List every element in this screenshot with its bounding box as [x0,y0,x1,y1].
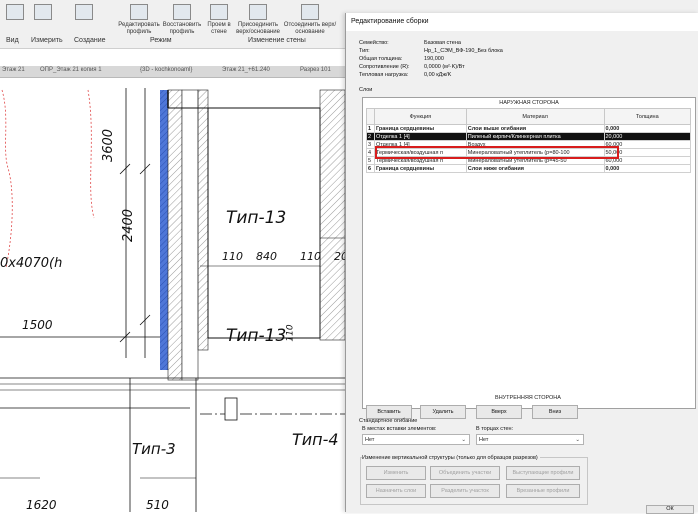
dim-510: 510 [146,498,169,512]
table-row[interactable]: 6 Граница сердцевины Слои ниже огибания 0,0… [366,164,691,173]
tab-section-101[interactable]: Разрез 101 [300,67,331,73]
ruler-icon [34,4,52,20]
insert-layer-button[interactable]: Вставить [366,405,412,419]
restore-profile-button[interactable]: Восстановить профиль [160,4,204,35]
modify-button[interactable]: Изменить [366,466,426,480]
dim-840: 840 [256,250,277,263]
detach-top-base-button[interactable]: Отсоединить верх/основание [282,4,338,35]
exterior-side-label: НАРУЖНАЯ СТОРОНА [499,100,559,106]
tab-floor-21-level[interactable]: Этаж 21_+61.240 [222,67,270,73]
window-tag-tip-13: Тип-13 [226,208,287,228]
detach-icon [301,4,319,20]
group-measure: Измерить [31,37,63,44]
prop-total-thickness: Общая толщина: 190,000 [359,56,444,62]
dim-20: 20 [334,250,345,263]
chevron-down-icon: ⌄ [575,437,580,443]
chevron-down-icon: ⌄ [461,437,466,443]
door-tag-tip-3: Тип-3 [132,440,176,458]
interior-side-label: ВНУТРЕННЯЯ СТОРОНА [495,395,561,401]
prop-thermal-mass: Тепловая нагрузка: 0,00 кДж/K [359,72,452,78]
table-row[interactable]: 1 Граница сердцевины Слои выше огибания 0,0… [366,124,691,133]
wrap-insert-select[interactable]: Нет ⌄ [362,434,470,445]
wrap-ends-label: В торцах стен: [476,426,514,432]
sweeps-button[interactable]: Выступающие профили [506,466,580,480]
col-thickness: Толщина [603,108,691,125]
table-row-selected[interactable]: 2 Отделка 1 [4] Пиленый кирпич/Клинкерная … [366,132,691,141]
create-tool-button[interactable] [64,4,104,34]
layers-header-row: Функция Материал Толщина [366,108,691,125]
col-index [366,108,375,125]
merge-regions-button[interactable]: Объединить участки [430,466,500,480]
attach-icon [249,4,267,20]
col-material: Материал [465,108,605,125]
profile-icon [130,4,148,20]
dim-110-left: 110 [222,250,243,263]
highlight-outline [375,146,619,159]
layers-table-box: НАРУЖНАЯ СТОРОНА Функция Материал Толщин… [362,97,696,409]
dim-3600: 3600 [101,128,117,163]
opening-size-label: 0x4070(h [0,256,63,271]
dim-1500: 1500 [22,318,53,332]
dim-1620: 1620 [26,498,57,512]
door-tag-tip-4: Тип-4 [292,430,339,449]
dim-110-right: 110 [300,250,321,263]
tab-floor-21[interactable]: Этаж 21 [2,67,25,73]
opening-icon [210,4,228,20]
wrapping-group-label: Стандартное огибание [359,418,418,424]
ok-button[interactable]: ОК [646,505,694,514]
group-create: Создание [74,37,106,44]
measure-tool-button[interactable] [30,4,56,34]
vertical-structure-label: Изменение вертикальной структуры (только… [362,455,540,461]
create-icon [75,4,93,20]
restore-icon [173,4,191,20]
edit-profile-button[interactable]: Редактировать профиль [118,4,160,35]
assign-layers-button[interactable]: Назначить слои [366,484,426,498]
split-region-button[interactable]: Разделить участок [430,484,500,498]
dialog-title: Редактирование сборки [351,18,429,25]
wrap-ends-select[interactable]: Нет ⌄ [476,434,584,445]
tab-opr-floor-21[interactable]: ОПР_Этаж 21 копия 1 [40,67,102,73]
wrap-insert-label: В местах вставки элементов: [362,426,437,432]
col-function: Функция [373,108,467,125]
view-icon [6,4,24,20]
window-tag-tip-13-lower: Тип-13 [226,326,287,346]
dialog-title-bar: Редактирование сборки [346,13,698,31]
view-tool-button[interactable] [4,4,26,34]
attach-top-base-button[interactable]: Присоединить верх/основание [234,4,282,35]
move-up-button[interactable]: Вверх [476,405,522,419]
delete-layer-button[interactable]: Удалить [420,405,466,419]
drawing-canvas[interactable]: 3600 2400 Тип-13 110 840 110 20 0x4070(h… [0,78,345,512]
tab-3d[interactable]: {3D - kochkonoaml} [140,67,192,73]
prop-resistance: Сопротивление (R): 0,0000 (м²·K)/Вт [359,64,465,70]
prop-type: Тип: Нр_1_СЭМ_ВФ-190_Без блока [359,48,503,54]
group-view: Вид [6,37,19,44]
dim-110-vertical: 110 [285,324,296,342]
dim-2400: 2400 [121,208,137,243]
group-modify-wall: Изменение стены [248,37,306,44]
group-mode: Режим [150,37,172,44]
layers-table: Функция Материал Толщина 1 Граница сердце… [366,108,691,173]
move-down-button[interactable]: Вниз [532,405,578,419]
edit-assembly-dialog: Редактирование сборки Семейство: Базовая … [345,13,698,514]
wall-opening-button[interactable]: Проем в стене [204,4,234,35]
prop-family: Семейство: Базовая стена [359,40,461,46]
layers-group-label: Слои [359,87,373,93]
reveals-button[interactable]: Врезанные профили [506,484,580,498]
